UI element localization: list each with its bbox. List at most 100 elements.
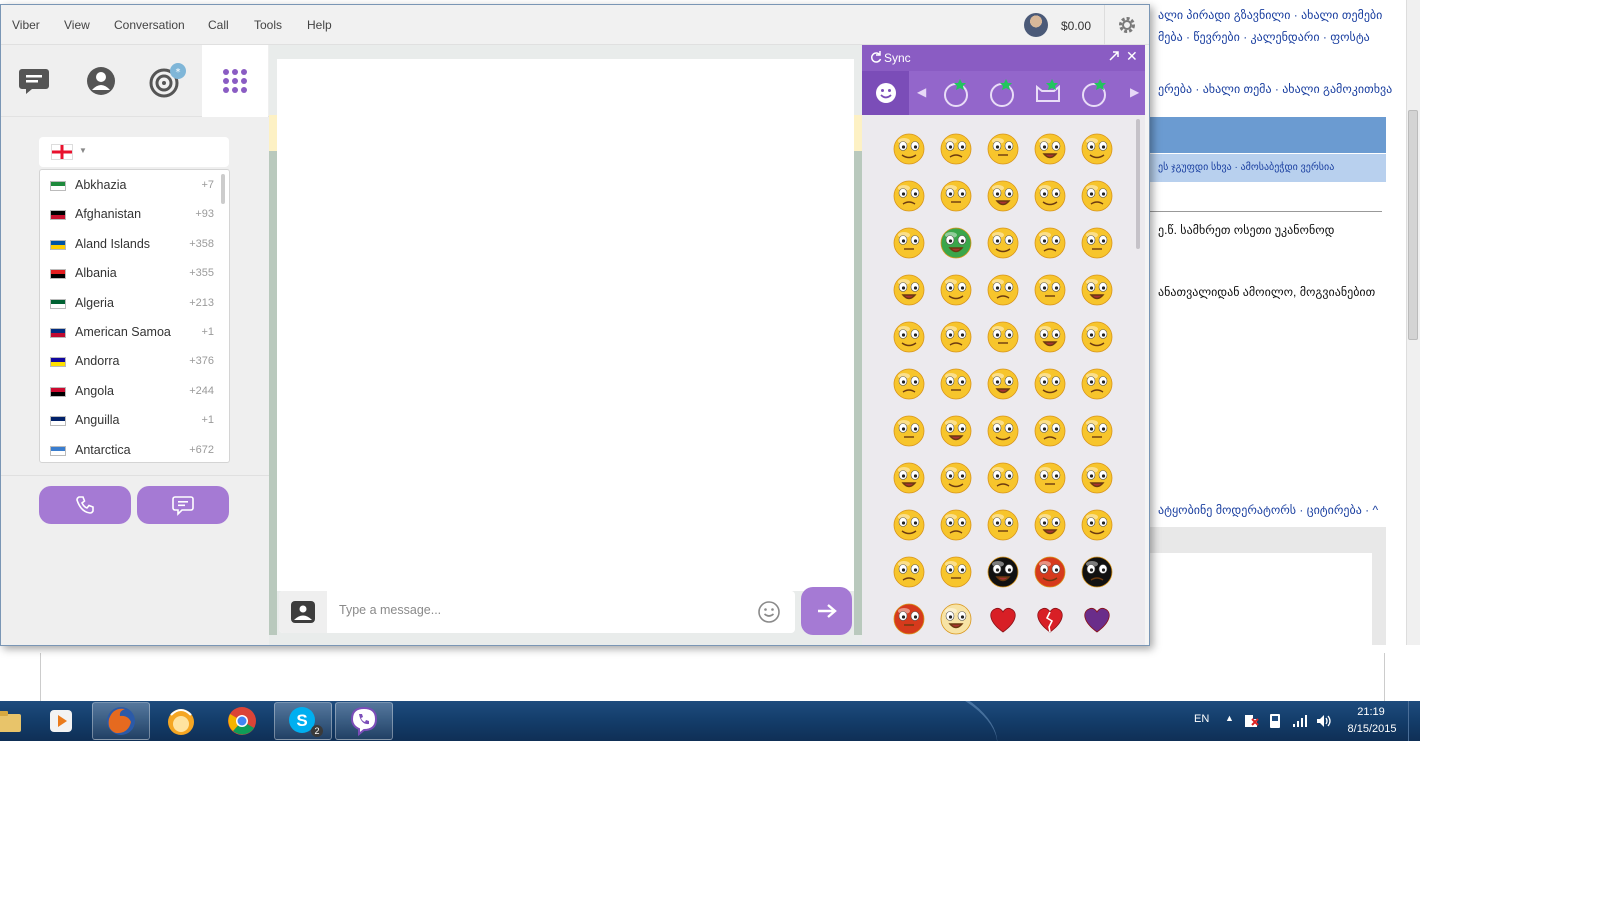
close-icon[interactable]: ✕ <box>1126 48 1138 65</box>
taskbar-hola[interactable] <box>152 702 210 740</box>
tab-emoticons[interactable] <box>862 71 909 115</box>
emoticon-purple-heart-icon[interactable] <box>1079 601 1115 637</box>
emoticon-tongue-out-icon[interactable] <box>1079 225 1115 261</box>
tab-chats[interactable] <box>1 45 67 117</box>
sticker-pack-cat-icon[interactable] <box>940 77 972 109</box>
emoticon-in-love-icon[interactable] <box>1079 131 1115 167</box>
emoticon-money-icon[interactable] <box>891 272 927 308</box>
emoticon-yawn-icon[interactable] <box>891 225 927 261</box>
network-icon[interactable] <box>1292 714 1308 728</box>
volume-icon[interactable] <box>1315 713 1331 729</box>
emoticon-annoyed-icon[interactable] <box>1079 413 1115 449</box>
send-button[interactable] <box>801 587 852 635</box>
emoticon-silly-icon[interactable] <box>1079 507 1115 543</box>
emoticon-surprised-icon[interactable] <box>1032 272 1068 308</box>
bg-text-line[interactable]: ატყობინე მოდერატორს · ციტირება · ^ <box>1158 503 1378 517</box>
emoticon-smile-icon[interactable] <box>891 131 927 167</box>
emoticon-singing-icon[interactable] <box>1032 507 1068 543</box>
emoticon-relieved-icon[interactable] <box>1032 413 1068 449</box>
sync-icon[interactable] <box>870 50 882 64</box>
emoticon-drool-icon[interactable] <box>1032 366 1068 402</box>
taskbar-firefox[interactable] <box>92 702 150 740</box>
country-row[interactable]: American Samoa +1 <box>40 318 220 347</box>
emoticon-thinking-icon[interactable] <box>891 460 927 496</box>
menu-conversation[interactable]: Conversation <box>114 18 185 32</box>
emoticon-nerd-icon[interactable] <box>985 319 1021 355</box>
sticker-pack-chick-icon[interactable] <box>986 77 1018 109</box>
taskbar-media-player[interactable] <box>32 702 90 740</box>
country-row[interactable]: Afghanistan +93 <box>40 200 220 229</box>
emoticon-angel-icon[interactable] <box>938 601 974 637</box>
emoticon-innocent-icon[interactable] <box>891 554 927 590</box>
emoticon-frown-icon[interactable] <box>938 507 974 543</box>
taskbar-skype[interactable]: S 2 <box>274 702 332 740</box>
language-indicator[interactable]: EN <box>1194 713 1209 725</box>
emoticon-laugh-icon[interactable] <box>938 178 974 214</box>
menu-tools[interactable]: Tools <box>254 18 282 32</box>
device-icon[interactable] <box>1268 713 1282 729</box>
settings-button[interactable] <box>1104 5 1149 45</box>
bg-text-line[interactable]: ერება · ახალი თემა · ახალი გამოკითხვა <box>1158 82 1392 96</box>
emoticon-furious-icon[interactable] <box>1032 554 1068 590</box>
emoticon-scrollbar[interactable] <box>1136 119 1140 249</box>
taskbar-viber[interactable] <box>335 702 393 740</box>
balance-amount[interactable]: $0.00 <box>1061 19 1091 33</box>
emoticon-flirty-icon[interactable] <box>985 272 1021 308</box>
emoticon-ninja-icon[interactable] <box>985 554 1021 590</box>
emoticon-heart-icon[interactable] <box>985 601 1021 637</box>
country-code-dropdown[interactable]: ▼ <box>39 137 229 167</box>
emoticon-worried-icon[interactable] <box>985 225 1021 261</box>
clock-date[interactable]: 8/15/2015 <box>1343 723 1401 735</box>
country-row[interactable]: Algeria +213 <box>40 289 220 318</box>
clock-time[interactable]: 21:19 <box>1346 706 1396 718</box>
chevron-left-icon[interactable]: ◀ <box>917 85 926 99</box>
emoticon-crying-icon[interactable] <box>938 366 974 402</box>
menu-call[interactable]: Call <box>208 18 229 32</box>
message-button[interactable] <box>137 486 229 524</box>
emoticon-angry-icon[interactable] <box>1032 131 1068 167</box>
menu-viber[interactable]: Viber <box>12 18 40 32</box>
emoticon-exhausted-icon[interactable] <box>1079 460 1115 496</box>
emoticon-amazed-icon[interactable] <box>985 507 1021 543</box>
emoticon-sad-icon[interactable] <box>1079 272 1115 308</box>
emoticon-shocked-icon[interactable] <box>985 178 1021 214</box>
tab-contacts[interactable] <box>68 45 134 117</box>
bg-text-line[interactable]: მება · წევრები · კალენდარი · ფოსტა <box>1158 30 1370 44</box>
emoticon-dead-icon[interactable] <box>938 413 974 449</box>
taskbar-chrome[interactable] <box>213 702 271 740</box>
country-row[interactable]: Antarctica +672 <box>40 436 220 462</box>
smiley-icon[interactable] <box>757 600 781 624</box>
show-hidden-icons[interactable]: ▲ <box>1225 713 1234 723</box>
emoticon-crazy-icon[interactable] <box>938 319 974 355</box>
emoticon-happy-icon[interactable] <box>1079 178 1115 214</box>
emoticon-grimace-icon[interactable] <box>1079 366 1115 402</box>
bg-text-line[interactable]: ეს ჯგუფდი სხვა · ამოსაბეჭდი ვერსია <box>1158 162 1334 173</box>
popout-icon[interactable] <box>1108 50 1120 62</box>
emoticon-cool-icon[interactable] <box>1079 319 1115 355</box>
show-desktop-button[interactable] <box>1408 701 1420 741</box>
emoticon-shy-icon[interactable] <box>938 460 974 496</box>
emoticon-love-kiss-icon[interactable] <box>985 366 1021 402</box>
emoticon-wink-icon[interactable] <box>985 131 1021 167</box>
country-row[interactable]: Aland Islands +358 <box>40 230 220 259</box>
attach-photo-button[interactable] <box>279 591 327 633</box>
message-list[interactable] <box>277 59 854 591</box>
sticker-pack-mascot-icon[interactable] <box>1080 77 1112 109</box>
emoticon-scared-icon[interactable] <box>891 366 927 402</box>
emoticon-tongue-icon[interactable] <box>891 178 927 214</box>
emoticon-unhappy-icon[interactable] <box>938 131 974 167</box>
action-center-icon[interactable] <box>1244 714 1260 728</box>
emoticon-devil-cat-icon[interactable] <box>1079 554 1115 590</box>
emoticon-grin-icon[interactable] <box>1032 225 1068 261</box>
emoticon-sleepy-icon[interactable] <box>891 319 927 355</box>
bg-text-line[interactable]: ალი პირადი გზავნილი · ახალი თემები <box>1158 8 1382 22</box>
emoticon-kiss-icon[interactable] <box>1032 178 1068 214</box>
call-button[interactable] <box>39 486 131 524</box>
chevron-right-icon[interactable]: ▶ <box>1130 85 1139 99</box>
bg-scrollbar[interactable] <box>1406 0 1420 700</box>
bg-scroll-thumb[interactable] <box>1408 110 1418 340</box>
avatar[interactable] <box>1024 13 1048 37</box>
emoticon-blank-icon[interactable] <box>985 413 1021 449</box>
emoticon-sick-icon[interactable] <box>938 225 974 261</box>
menu-view[interactable]: View <box>64 18 90 32</box>
